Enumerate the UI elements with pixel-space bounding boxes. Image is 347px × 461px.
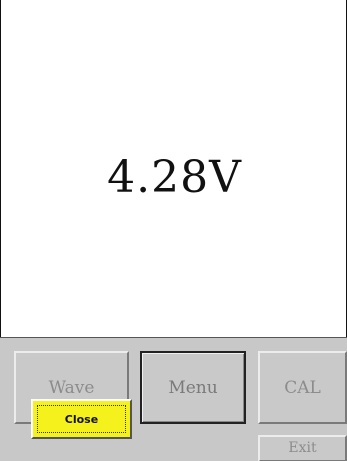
cal-button[interactable]: CAL: [258, 351, 347, 424]
meter-screen: 4.28V Wave Menu CAL Exit Close: [0, 0, 347, 461]
menu-button[interactable]: Menu: [140, 351, 246, 424]
close-button-label: Close: [64, 412, 99, 426]
voltage-reading: 4.28V: [107, 152, 242, 203]
reading-display: 4.28V: [0, 0, 347, 337]
close-button[interactable]: Close: [31, 399, 132, 439]
exit-button[interactable]: Exit: [258, 435, 347, 461]
